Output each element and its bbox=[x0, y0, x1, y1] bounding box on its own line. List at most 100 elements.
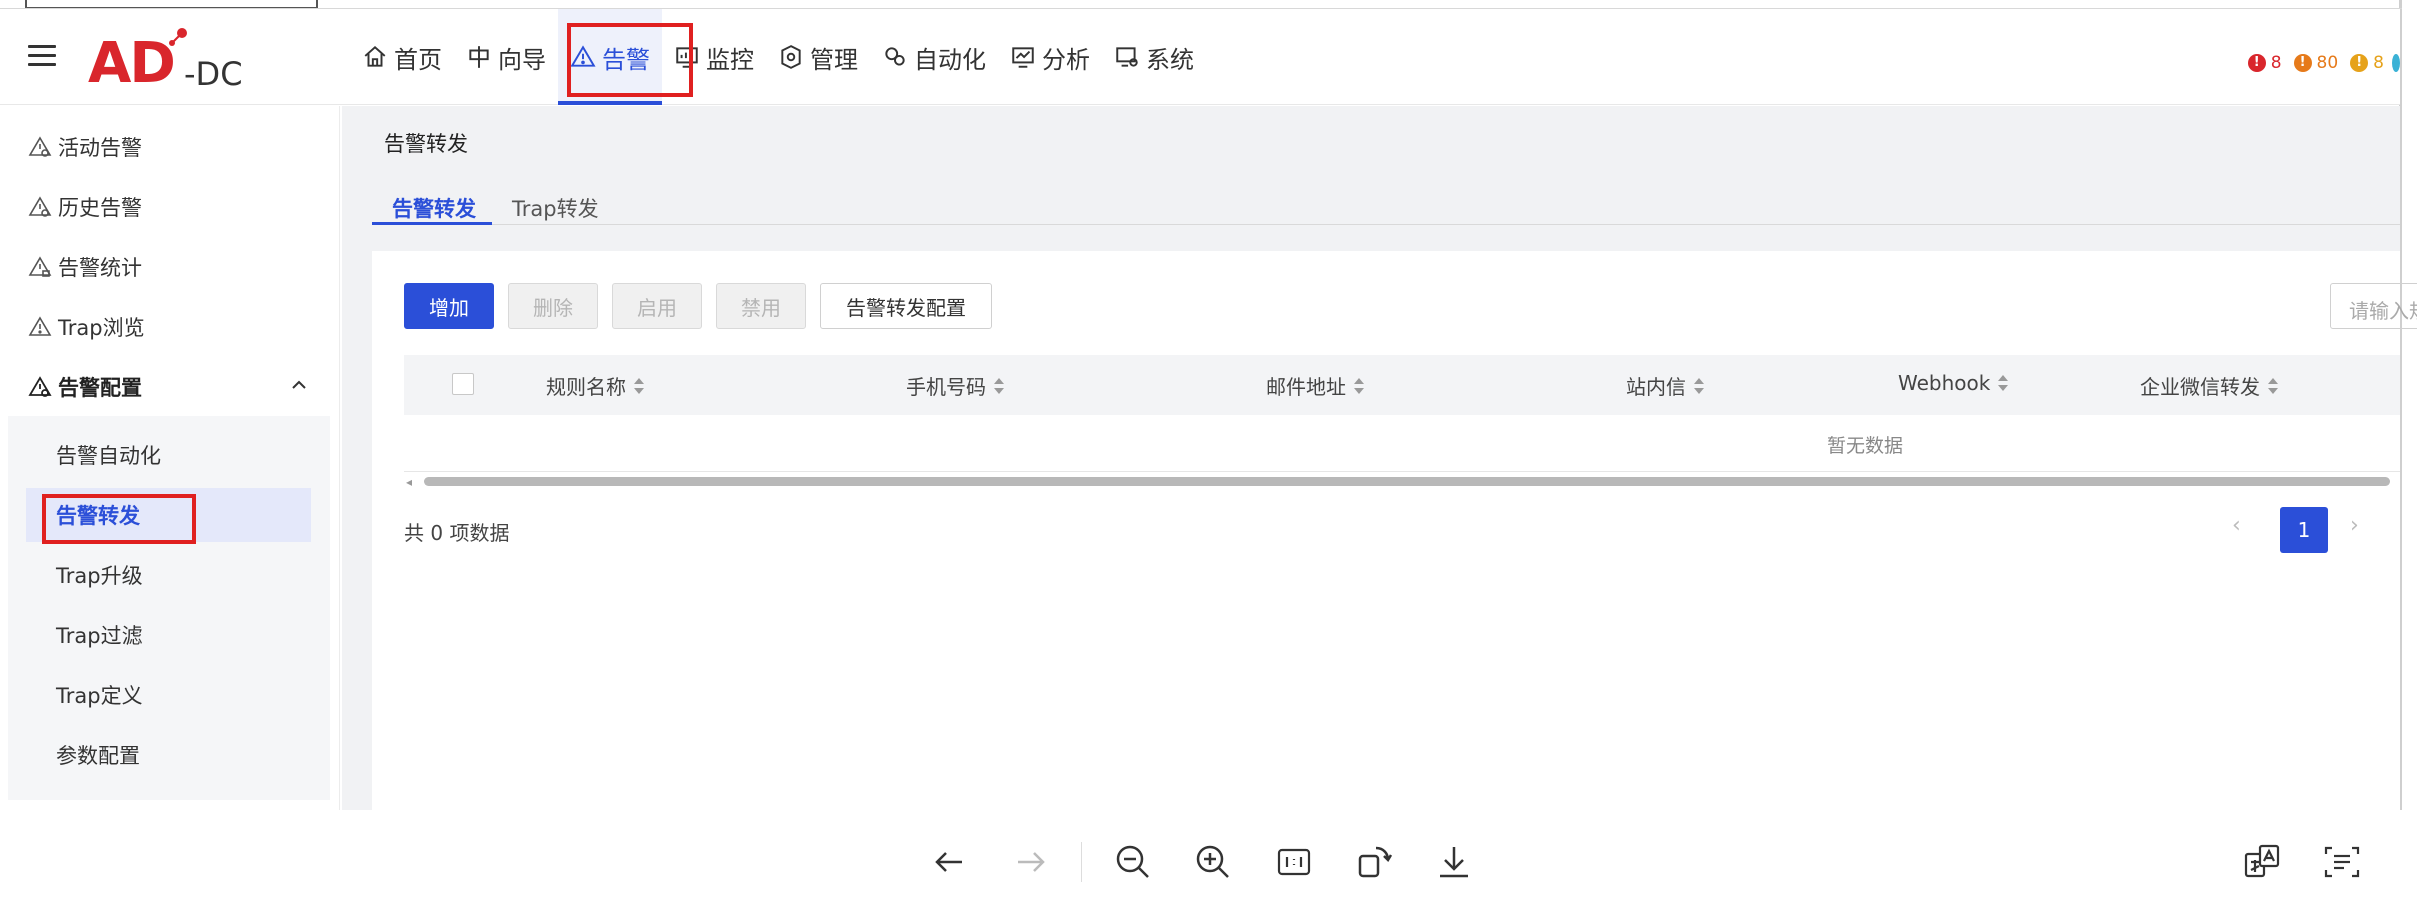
sidebar-item-active-alarms[interactable]: 活动告警 bbox=[28, 132, 142, 162]
horizontal-scrollbar[interactable] bbox=[424, 477, 2390, 486]
column-email[interactable]: 邮件地址 bbox=[1266, 371, 1364, 400]
add-button[interactable]: 增加 bbox=[404, 283, 494, 329]
table-header: 规则名称 手机号码 邮件地址 站内信 Webhook 企业微信转发 bbox=[404, 355, 2400, 415]
sort-icon[interactable] bbox=[1998, 375, 2009, 391]
system-icon bbox=[1116, 47, 1138, 67]
top-header: AD -DC 首页 向导 告警 监控 管理 自动化 分析 系统 ! 8 ! 80… bbox=[0, 9, 2400, 105]
actual-size-icon[interactable] bbox=[1274, 842, 1314, 882]
search-input[interactable]: 请输入规则名称 bbox=[2330, 283, 2417, 329]
sidebar-item-alarm-stats[interactable]: 告警统计 bbox=[28, 252, 142, 282]
home-icon bbox=[364, 45, 386, 67]
automation-icon bbox=[885, 47, 905, 66]
sort-icon[interactable] bbox=[1694, 377, 1704, 394]
nav-guide-label: 向导 bbox=[498, 45, 546, 74]
disable-button[interactable]: 禁用 bbox=[716, 283, 806, 329]
nav-system-label: 系统 bbox=[1146, 45, 1194, 74]
alarm-counters[interactable]: ! 8 ! 80 ! 8 bbox=[2247, 53, 2400, 73]
column-phone[interactable]: 手机号码 bbox=[906, 371, 1004, 400]
tab-bar: 告警转发 Trap转发 bbox=[372, 181, 2400, 225]
zoom-out-icon[interactable] bbox=[1113, 842, 1153, 882]
critical-alert-icon: ! bbox=[2247, 54, 2266, 72]
zoom-in-icon[interactable] bbox=[1193, 842, 1233, 882]
warning-icon bbox=[28, 196, 52, 217]
sidebar-item-trap-upgrade[interactable]: Trap升级 bbox=[56, 560, 143, 590]
nav-analysis[interactable]: 分析 bbox=[998, 9, 1102, 105]
nav-system[interactable]: 系统 bbox=[1102, 9, 1206, 105]
nav-monitor-label: 监控 bbox=[706, 45, 754, 74]
nav-manage-label: 管理 bbox=[810, 45, 858, 74]
select-all-checkbox[interactable] bbox=[452, 373, 474, 395]
sidebar-item-alarm-automation[interactable]: 告警自动化 bbox=[56, 440, 161, 470]
delete-button[interactable]: 删除 bbox=[508, 283, 598, 329]
prev-page-icon[interactable]: ‹ bbox=[2232, 513, 2241, 538]
nav-monitor[interactable]: 监控 bbox=[662, 9, 766, 105]
column-wechat[interactable]: 企业微信转发 bbox=[2140, 371, 2278, 400]
column-label: 邮件地址 bbox=[1266, 375, 1346, 399]
current-page-button[interactable]: 1 bbox=[2280, 507, 2328, 553]
menu-icon[interactable] bbox=[28, 45, 56, 67]
sort-icon[interactable] bbox=[994, 377, 1004, 394]
warning-icon bbox=[28, 256, 52, 277]
column-label: 规则名称 bbox=[546, 375, 626, 399]
monitor-icon bbox=[676, 47, 698, 68]
next-page-icon[interactable]: › bbox=[2350, 513, 2359, 538]
column-label: 企业微信转发 bbox=[2140, 375, 2260, 399]
sort-icon[interactable] bbox=[634, 377, 644, 394]
column-inbox[interactable]: 站内信 bbox=[1626, 371, 1704, 400]
sidebar-item-param-config[interactable]: 参数配置 bbox=[56, 740, 140, 770]
forward-config-button[interactable]: 告警转发配置 bbox=[820, 283, 992, 329]
app-window: AD -DC 首页 向导 告警 监控 管理 自动化 分析 系统 ! 8 ! 80… bbox=[0, 0, 2417, 810]
sidebar-group-alarm-config[interactable]: 告警配置 bbox=[28, 372, 142, 402]
sidebar-item-trap-browse[interactable]: Trap浏览 bbox=[28, 312, 145, 342]
major-alert-icon: ! bbox=[2293, 54, 2312, 72]
column-label: 手机号码 bbox=[906, 375, 986, 399]
warning-icon bbox=[28, 316, 52, 336]
arrow-left-icon[interactable] bbox=[930, 842, 970, 882]
total-count: 共 0 项数据 bbox=[404, 521, 510, 545]
translate-icon[interactable] bbox=[2242, 842, 2282, 882]
nav-home[interactable]: 首页 bbox=[350, 9, 454, 105]
warning-icon bbox=[28, 136, 52, 157]
rotate-icon[interactable] bbox=[1354, 842, 1394, 882]
logo-suffix: -DC bbox=[184, 55, 243, 93]
logo: AD -DC bbox=[88, 28, 258, 96]
info-alert-icon bbox=[2392, 54, 2400, 72]
column-label: Webhook bbox=[1898, 371, 1991, 395]
table-divider bbox=[404, 471, 2400, 472]
scroll-left-icon[interactable]: ◂ bbox=[406, 475, 412, 489]
empty-state-text: 暂无数据 bbox=[1827, 435, 1904, 457]
sidebar-item-trap-define[interactable]: Trap定义 bbox=[56, 680, 143, 710]
sidebar-item-history-alarms[interactable]: 历史告警 bbox=[28, 192, 142, 222]
arrow-right-icon[interactable] bbox=[1010, 842, 1050, 882]
tab-alarm-forward[interactable]: 告警转发 bbox=[392, 193, 476, 223]
analysis-icon bbox=[1012, 47, 1034, 68]
tab-trap-forward[interactable]: Trap转发 bbox=[512, 193, 599, 223]
main-nav: 首页 向导 告警 监控 管理 自动化 分析 系统 bbox=[350, 9, 1206, 105]
critical-count: 8 bbox=[2270, 53, 2282, 73]
nav-analysis-label: 分析 bbox=[1042, 45, 1090, 74]
text-extract-icon[interactable] bbox=[2322, 842, 2362, 882]
nav-guide[interactable]: 向导 bbox=[454, 9, 558, 105]
enable-button[interactable]: 启用 bbox=[612, 283, 702, 329]
sidebar-item-label: 活动告警 bbox=[58, 136, 142, 160]
major-count: 80 bbox=[2316, 53, 2339, 73]
toolbar-divider bbox=[1081, 842, 1082, 882]
sidebar-group-label: 告警配置 bbox=[58, 376, 142, 400]
nav-automation[interactable]: 自动化 bbox=[870, 9, 998, 105]
page-title: 告警转发 bbox=[384, 132, 468, 156]
nav-manage[interactable]: 管理 bbox=[766, 9, 870, 105]
viewer-toolbar bbox=[0, 812, 2417, 906]
download-icon[interactable] bbox=[1434, 842, 1474, 882]
sort-icon[interactable] bbox=[1354, 377, 1364, 394]
nav-alarm[interactable]: 告警 bbox=[558, 9, 662, 105]
nav-alarm-label: 告警 bbox=[602, 45, 650, 74]
nav-automation-label: 自动化 bbox=[914, 45, 986, 74]
chevron-up-icon[interactable] bbox=[290, 376, 308, 394]
warning-icon bbox=[570, 45, 596, 67]
sort-icon[interactable] bbox=[2268, 377, 2278, 394]
sidebar-item-trap-filter[interactable]: Trap过滤 bbox=[56, 620, 143, 650]
column-rule-name[interactable]: 规则名称 bbox=[546, 371, 644, 400]
forward-rules-card: 增加 删除 启用 禁用 告警转发配置 请输入规则名称 规则名称 手机号码 邮件地… bbox=[372, 251, 2417, 810]
sidebar-item-alarm-forward[interactable]: 告警转发 bbox=[56, 500, 140, 530]
column-webhook[interactable]: Webhook bbox=[1898, 371, 2009, 395]
